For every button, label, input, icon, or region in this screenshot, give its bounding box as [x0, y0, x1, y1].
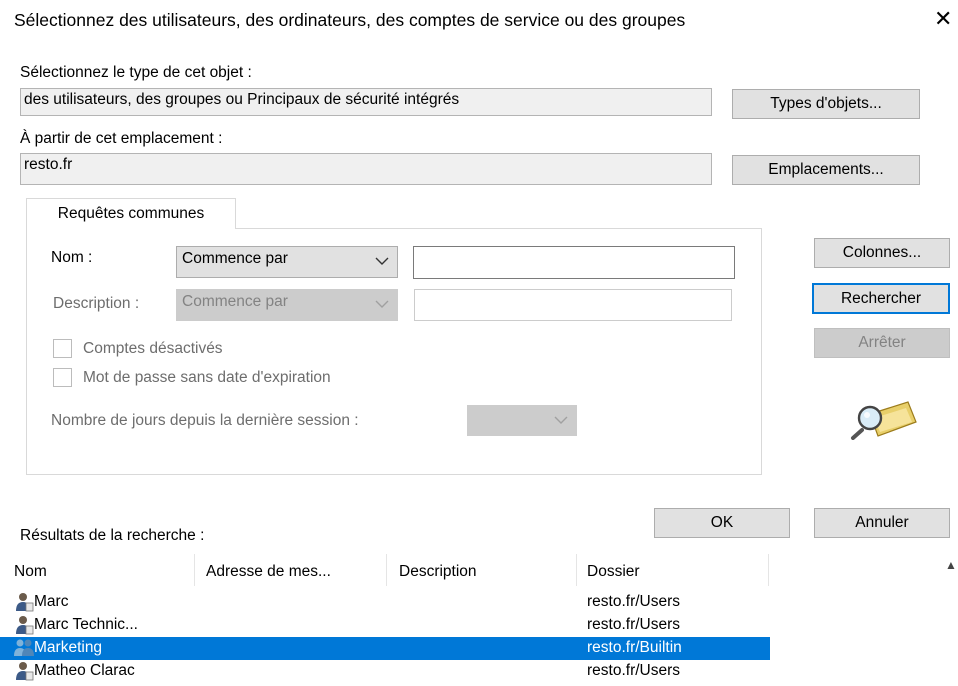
user-icon [14, 661, 34, 686]
disabled-accounts-label: Comptes désactivés [83, 340, 223, 357]
no-expiry-label: Mot de passe sans date d'expiration [83, 369, 331, 386]
table-row[interactable]: Marc Technic... resto.fr/Users [0, 614, 770, 637]
chevron-down-icon [375, 249, 389, 276]
chevron-down-icon [554, 408, 568, 435]
locations-button[interactable]: Emplacements... [732, 155, 920, 185]
magnifier-folder-icon [850, 396, 920, 445]
columns-button[interactable]: Colonnes... [814, 238, 950, 268]
object-type-label: Sélectionnez le type de cet objet : [20, 64, 252, 81]
days-since-label: Nombre de jours depuis la dernière sessi… [51, 412, 359, 429]
location-label: À partir de cet emplacement : [20, 130, 223, 147]
results-table-header: Nom Adresse de mes... Description Dossie… [0, 554, 958, 586]
object-type-field: des utilisateurs, des groupes ou Princip… [20, 88, 712, 116]
name-mode-value: Commence par [182, 250, 288, 267]
name-label: Nom : [51, 249, 93, 266]
column-divider[interactable] [576, 554, 577, 586]
results-label: Résultats de la recherche : [20, 527, 205, 544]
stop-button: Arrêter [814, 328, 950, 358]
name-input[interactable] [413, 246, 735, 279]
table-row[interactable]: Marketing resto.fr/Builtin [0, 637, 770, 660]
common-queries-panel: Nom : Commence par Description : Commenc… [26, 228, 762, 475]
description-mode-value: Commence par [182, 293, 288, 310]
name-mode-select[interactable]: Commence par [176, 246, 398, 278]
description-input [414, 289, 732, 321]
disabled-accounts-checkbox[interactable] [53, 339, 72, 358]
cancel-button[interactable]: Annuler [814, 508, 950, 538]
tab-common-queries[interactable]: Requêtes communes [26, 198, 236, 229]
object-types-button[interactable]: Types d'objets... [732, 89, 920, 119]
row-folder: resto.fr/Builtin [587, 639, 682, 656]
scroll-up-arrow-icon[interactable]: ▲ [945, 558, 957, 572]
dialog-title: Sélectionnez des utilisateurs, des ordin… [14, 10, 686, 30]
row-name: Marc Technic... [34, 616, 138, 633]
column-divider[interactable] [194, 554, 195, 586]
column-header-name[interactable]: Nom [14, 563, 47, 581]
location-field: resto.fr [20, 153, 712, 185]
table-row[interactable]: Marc resto.fr/Users [0, 591, 770, 614]
column-divider[interactable] [386, 554, 387, 586]
days-since-select [467, 405, 577, 436]
description-mode-select: Commence par [176, 289, 398, 321]
table-row[interactable]: Matheo Clarac resto.fr/Users [0, 660, 770, 683]
close-icon[interactable]: ✕ [934, 6, 952, 32]
row-name: Marketing [34, 639, 103, 656]
chevron-down-icon [375, 292, 389, 319]
column-divider[interactable] [768, 554, 769, 586]
row-folder: resto.fr/Users [587, 662, 681, 679]
row-folder: resto.fr/Users [587, 616, 681, 633]
row-name: Matheo Clarac [34, 662, 135, 679]
row-name: Marc [34, 593, 69, 610]
column-header-folder[interactable]: Dossier [587, 563, 640, 581]
ok-button[interactable]: OK [654, 508, 790, 538]
column-header-description[interactable]: Description [399, 563, 477, 581]
column-header-email[interactable]: Adresse de mes... [206, 563, 331, 581]
description-label: Description : [53, 295, 140, 312]
search-button[interactable]: Rechercher [812, 283, 950, 314]
no-expiry-checkbox[interactable] [53, 368, 72, 387]
row-folder: resto.fr/Users [587, 593, 681, 610]
